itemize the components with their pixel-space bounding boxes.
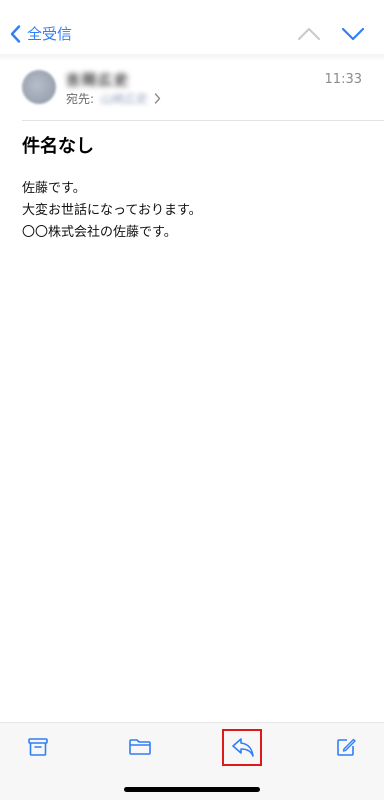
compose-icon bbox=[335, 736, 357, 762]
folder-icon bbox=[128, 737, 152, 761]
top-nav-bar: 全受信 bbox=[0, 0, 384, 54]
mail-message-screen: 全受信 吉岡広史 宛先: 山崎広史 11:33 件名なし 佐藤です。 大変お世話… bbox=[0, 0, 384, 800]
move-to-folder-button[interactable] bbox=[125, 735, 155, 763]
archive-icon bbox=[27, 737, 49, 761]
recipient-name: 山崎広史 bbox=[100, 92, 149, 106]
next-message-button[interactable] bbox=[341, 24, 365, 44]
sender-name[interactable]: 吉岡広史 bbox=[66, 70, 130, 90]
body-line: 大変お世話になっております。 bbox=[22, 203, 202, 218]
reply-button[interactable] bbox=[228, 735, 258, 763]
message-time: 11:33 bbox=[324, 72, 362, 87]
header-divider bbox=[22, 120, 384, 121]
recipient-row[interactable]: 宛先: 山崎広史 bbox=[66, 90, 161, 107]
chevron-down-icon bbox=[341, 27, 365, 48]
compose-button[interactable] bbox=[331, 735, 361, 763]
message-body: 佐藤です。 大変お世話になっております。 〇〇株式会社の佐藤です。 bbox=[22, 178, 362, 244]
chevron-right-icon bbox=[154, 93, 161, 104]
home-indicator[interactable] bbox=[124, 787, 260, 792]
message-subject: 件名なし bbox=[22, 136, 94, 157]
previous-message-button[interactable] bbox=[297, 24, 321, 44]
body-line: 〇〇株式会社の佐藤です。 bbox=[22, 225, 177, 240]
back-button[interactable]: 全受信 bbox=[10, 22, 72, 46]
reply-icon bbox=[230, 736, 256, 762]
chevron-up-icon bbox=[297, 28, 321, 48]
chevron-left-icon bbox=[10, 25, 21, 43]
avatar[interactable] bbox=[22, 70, 56, 104]
nav-divider bbox=[0, 54, 384, 62]
archive-button[interactable] bbox=[23, 735, 53, 763]
to-label: 宛先: bbox=[66, 92, 95, 106]
back-button-label: 全受信 bbox=[27, 25, 73, 43]
body-line: 佐藤です。 bbox=[22, 181, 86, 196]
